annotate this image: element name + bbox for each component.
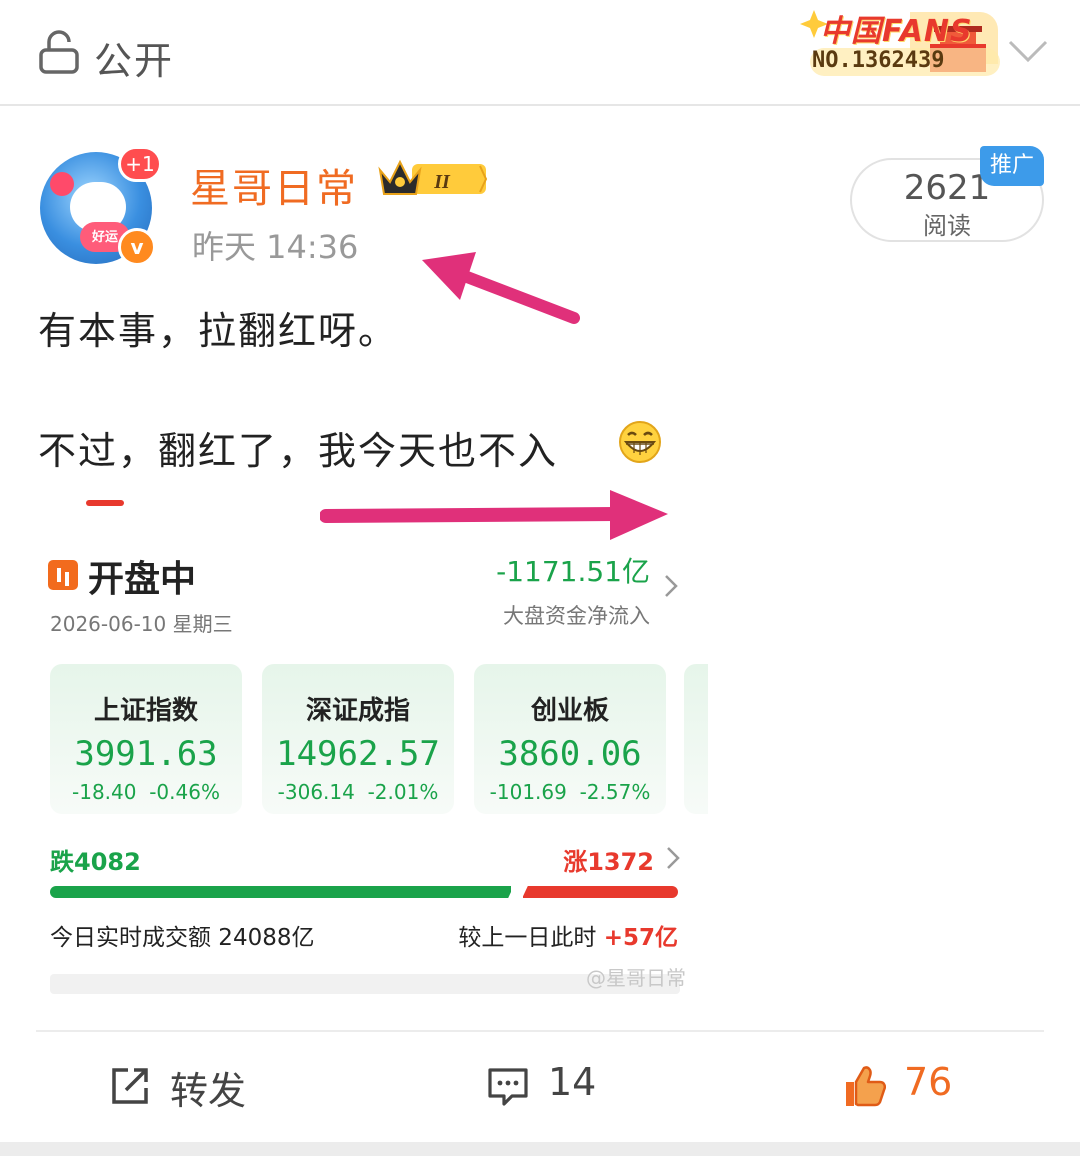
- post-text-line: 不过，翻红了，我今天也不入: [38, 429, 559, 473]
- market-status-title: 开盘中: [88, 559, 197, 600]
- index-change: -101.69 -2.57%: [474, 780, 666, 804]
- thumbs-up-icon: [846, 1066, 886, 1107]
- index-change-percent: -2.57%: [579, 780, 651, 804]
- post-text-line: 有本事，拉翻红呀。: [38, 309, 399, 353]
- post-time: 昨天 14:36: [192, 228, 359, 266]
- index-change-points: -101.69: [489, 780, 567, 804]
- index-change-percent: -0.46%: [149, 780, 220, 804]
- rise-ratio-bar: [523, 886, 678, 898]
- index-change-points: -18.40: [72, 780, 137, 804]
- avatar-tag: 好运: [92, 230, 119, 245]
- index-change: -306.14 -2.01%: [262, 780, 454, 804]
- crown-level-icon[interactable]: II: [376, 156, 488, 200]
- index-card-next[interactable]: [684, 664, 708, 814]
- annotation-arrow-time: [422, 252, 580, 324]
- comment-button[interactable]: 14: [486, 1060, 616, 1110]
- index-card-chinext[interactable]: 创业板 3860.06 -101.69 -2.57%: [474, 664, 666, 814]
- index-value: 14962.57: [276, 734, 440, 774]
- watermark: @星哥日常: [586, 966, 686, 990]
- fans-badge[interactable]: 中国FANS NO.1362439: [790, 4, 1005, 80]
- turnover-compare-label: 较上一日此时: [458, 925, 597, 951]
- grin-icon: [619, 421, 661, 463]
- lock-icon: [39, 30, 79, 74]
- comment-count: 14: [548, 1060, 597, 1104]
- market-date: 2026-06-10 星期三: [50, 612, 233, 636]
- notification-badge: +1: [118, 146, 162, 182]
- index-name: 上证指数: [93, 696, 198, 726]
- post-card: 好运 +1 v 星哥日常 II 昨天 14:36 2621 阅读 推广 有本事，…: [0, 106, 1080, 1142]
- repost-button[interactable]: 转发: [108, 1060, 268, 1113]
- visibility-bar: 公开 中国FANS NO.1362439: [0, 0, 1080, 106]
- turnover-compare-value: +57亿: [603, 925, 678, 951]
- bottom-separator: [0, 1142, 1080, 1156]
- chevron-right-icon[interactable]: [666, 846, 680, 870]
- turnover-compare: 较上一日此时 +57亿: [378, 918, 678, 952]
- chevron-down-icon[interactable]: [1006, 38, 1050, 66]
- net-flow-label: 大盘资金净流入: [503, 604, 650, 628]
- index-card-sse[interactable]: 上证指数 3991.63 -18.40 -0.46%: [50, 664, 242, 814]
- net-flow-value: -1171.51亿: [496, 555, 650, 588]
- index-card-szse[interactable]: 深证成指 14962.57 -306.14 -2.01%: [262, 664, 454, 814]
- candlestick-icon: [48, 560, 78, 590]
- read-label: 阅读: [923, 212, 971, 240]
- index-change-percent: -2.01%: [367, 780, 439, 804]
- fans-badge-number: NO.1362439: [812, 48, 945, 73]
- author-name[interactable]: 星哥日常: [190, 156, 358, 214]
- fall-ratio-bar: [50, 886, 511, 898]
- turnover-label: 今日实时成交额 24088亿: [50, 925, 315, 951]
- verified-badge: v: [118, 228, 156, 266]
- rise-count: 涨1372: [563, 848, 654, 876]
- like-button[interactable]: 76: [842, 1060, 972, 1110]
- market-widget[interactable]: 开盘中 2026-06-10 星期三 -1171.51亿 大盘资金净流入 上证指…: [48, 546, 708, 996]
- index-name: 创业板: [530, 696, 609, 726]
- index-value: 3860.06: [498, 734, 642, 774]
- action-divider: [36, 1030, 1044, 1032]
- index-change: -18.40 -0.46%: [50, 780, 242, 804]
- share-icon: [112, 1068, 148, 1104]
- annotation-arrow-market: [320, 490, 668, 540]
- promo-tag[interactable]: 推广: [980, 146, 1044, 186]
- index-value: 3991.63: [74, 734, 218, 774]
- like-count: 76: [904, 1060, 953, 1104]
- chevron-right-icon[interactable]: [664, 574, 678, 598]
- index-name: 深证成指: [305, 696, 410, 726]
- fall-count: 跌4082: [50, 848, 141, 876]
- fans-badge-title: 中国FANS: [820, 14, 973, 49]
- market-tab-indicator: [86, 500, 124, 506]
- visibility-label[interactable]: 公开: [94, 30, 174, 85]
- level-badge-text: II: [433, 171, 451, 193]
- index-change-points: -306.14: [277, 780, 355, 804]
- comment-icon: [488, 1068, 528, 1106]
- avatar-heart: [50, 172, 74, 196]
- repost-label: 转发: [170, 1069, 247, 1113]
